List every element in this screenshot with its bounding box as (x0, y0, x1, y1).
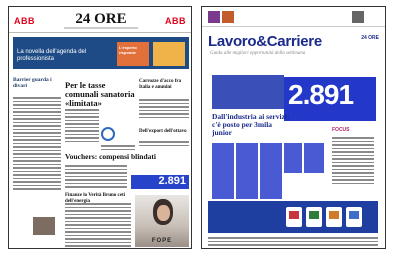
figure-box: 2.891 (131, 175, 189, 189)
masthead-divider (64, 27, 138, 29)
left-column-headline: Barrier guarda i divari (13, 77, 52, 89)
product-card (326, 207, 342, 227)
product-card (286, 207, 302, 227)
masthead-ad-left: ABB (14, 16, 35, 26)
supplement-title: Lavoro&Carriere (208, 33, 322, 50)
right-column-headline-2: Dell'export dell'ottavo (139, 129, 187, 134)
banner-box-yellow (153, 42, 185, 66)
right-column-text (139, 99, 189, 120)
top-thumbnail-3 (352, 11, 364, 23)
newspaper-supplement-page[interactable]: Lavoro&Carriere 24 ORE Guida alle miglio… (201, 6, 386, 249)
product-card (306, 207, 322, 227)
banner-title: La novella dell'agenda del professionist… (17, 49, 87, 62)
pie-chart-icon (101, 127, 115, 141)
footer-text (208, 237, 378, 248)
feature-figure: 2.891 (288, 79, 354, 110)
feature-figure-box: 2.891 (284, 77, 376, 121)
listing-cell (260, 143, 282, 199)
jewelry-advertisement: FOPE (135, 195, 189, 247)
product-image (309, 211, 319, 219)
bottom-advertisement (208, 201, 378, 233)
masthead-ad-right: ABB (165, 16, 186, 26)
supplement-top-strip (202, 7, 385, 27)
main-article-text (65, 109, 99, 144)
product-card (346, 207, 362, 227)
main-article-text-2 (101, 145, 135, 152)
secondary-article-text (65, 165, 127, 190)
supplement-subtitle: Guida alle migliori opportunità della se… (210, 51, 306, 56)
listing-cell (212, 143, 234, 199)
feature-photo (212, 75, 284, 109)
newspaper-front-page[interactable]: ABB 24 ORE ABB La novella dell'agenda de… (8, 6, 192, 249)
ad-brand: FOPE (151, 238, 173, 244)
banner-box-label: L'esperto risponde (119, 45, 137, 55)
main-headline: Per le tasse comunali sanatoria «limitat… (65, 80, 135, 108)
job-listing-grid (212, 143, 324, 199)
supplement-brand: 24 ORE (361, 35, 379, 41)
product-image (289, 211, 299, 219)
right-column-text-2 (139, 141, 189, 148)
product-image (329, 211, 339, 219)
right-column-headline: Carrozze d'acco fra Italia e ammini (139, 79, 182, 90)
side-column-text (332, 137, 374, 186)
top-thumbnail-1 (208, 11, 220, 23)
listing-cell (284, 143, 302, 173)
listing-cell (304, 143, 324, 173)
left-column-text (13, 97, 61, 192)
feature-block: 2.891 Dall'industria ai servizi: c'è pos… (208, 61, 376, 199)
side-column: FOCUS (330, 125, 376, 199)
product-image (349, 211, 359, 219)
secondary-headline: Vouchers: compensi blindati (65, 152, 156, 161)
masthead: ABB 24 ORE ABB (9, 7, 191, 33)
focus-label: FOCUS (332, 127, 350, 133)
figure-value: 2.891 (158, 175, 186, 187)
feature-headline: Dall'industria ai servizi: c'è posto per… (212, 112, 290, 137)
masthead-title: 24 ORE (75, 11, 127, 27)
model-face (157, 205, 170, 221)
listing-cell (236, 143, 258, 199)
top-banner: La novella dell'agenda del professionist… (13, 37, 189, 69)
article-thumbnail (33, 217, 55, 235)
top-thumbnail-2 (222, 11, 234, 23)
bottom-article-text (65, 203, 131, 248)
